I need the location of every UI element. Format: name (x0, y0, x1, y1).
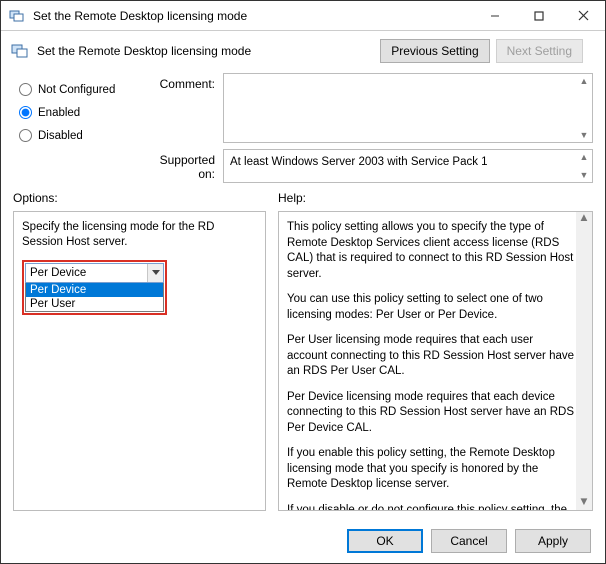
radio-disabled-label: Disabled (38, 130, 83, 142)
help-scrollbar[interactable]: ▲ ▼ (576, 212, 592, 510)
supported-text: At least Windows Server 2003 with Servic… (230, 156, 488, 168)
app-icon (9, 8, 25, 24)
previous-setting-button[interactable]: Previous Setting (380, 39, 489, 63)
config-row: Not Configured Enabled Disabled Comment:… (1, 71, 605, 185)
minimize-button[interactable] (473, 1, 517, 31)
help-pane: Help: This policy setting allows you to … (278, 185, 593, 511)
footer: OK Cancel Apply (1, 519, 605, 563)
supported-field: At least Windows Server 2003 with Servic… (223, 149, 593, 183)
ok-button[interactable]: OK (347, 529, 423, 553)
scroll-down-icon[interactable]: ▼ (576, 128, 592, 142)
panes: Options: Specify the licensing mode for … (1, 185, 605, 519)
supported-label: Supported on: (143, 149, 223, 183)
window-title: Set the Remote Desktop licensing mode (33, 9, 473, 23)
radio-enabled[interactable]: Enabled (19, 106, 143, 119)
policy-dialog: Set the Remote Desktop licensing mode Se… (0, 0, 606, 564)
combo-value: Per Device (26, 267, 147, 279)
licensing-mode-combo[interactable]: Per Device (25, 263, 164, 283)
help-p1: You can use this policy setting to selec… (287, 292, 574, 323)
licensing-mode-dropdown: Per Device Per User (25, 283, 164, 312)
scroll-down-icon[interactable]: ▼ (576, 496, 592, 510)
radio-disabled-input[interactable] (19, 129, 32, 142)
sub-title: Set the Remote Desktop licensing mode (37, 44, 380, 58)
nav-buttons: Previous Setting Next Setting (380, 39, 583, 63)
options-box: Specify the licensing mode for the RD Se… (13, 211, 266, 511)
scroll-down-icon[interactable]: ▼ (576, 168, 592, 182)
radio-enabled-input[interactable] (19, 106, 32, 119)
apply-button[interactable]: Apply (515, 529, 591, 553)
radio-not-configured[interactable]: Not Configured (19, 83, 143, 96)
close-button[interactable] (561, 1, 605, 31)
dropdown-option-per-device[interactable]: Per Device (26, 283, 163, 297)
comment-label: Comment: (143, 73, 223, 143)
options-pane: Options: Specify the licensing mode for … (13, 185, 266, 511)
policy-icon (11, 43, 29, 59)
sub-header: Set the Remote Desktop licensing mode Pr… (1, 31, 605, 71)
scroll-up-icon[interactable]: ▲ (576, 74, 592, 88)
options-label: Options: (13, 185, 266, 211)
scroll-up-icon[interactable]: ▲ (576, 212, 592, 226)
help-p5: If you disable or do not configure this … (287, 503, 574, 511)
help-p3: Per Device licensing mode requires that … (287, 390, 574, 437)
title-bar: Set the Remote Desktop licensing mode (1, 1, 605, 31)
maximize-button[interactable] (517, 1, 561, 31)
chevron-down-icon[interactable] (147, 264, 163, 282)
help-p4: If you enable this policy setting, the R… (287, 446, 574, 493)
radio-disabled[interactable]: Disabled (19, 129, 143, 142)
radio-not-configured-input[interactable] (19, 83, 32, 96)
radio-not-configured-label: Not Configured (38, 84, 115, 96)
scroll-up-icon[interactable]: ▲ (576, 150, 592, 164)
help-label: Help: (278, 185, 593, 211)
dropdown-option-per-user[interactable]: Per User (26, 297, 163, 311)
cancel-button[interactable]: Cancel (431, 529, 507, 553)
state-radios: Not Configured Enabled Disabled (13, 73, 143, 156)
highlight-box: Per Device Per Device Per User (22, 260, 167, 315)
help-p2: Per User licensing mode requires that ea… (287, 333, 574, 380)
help-p0: This policy setting allows you to specif… (287, 220, 574, 282)
next-setting-button: Next Setting (496, 39, 583, 63)
comment-field[interactable]: ▲ ▼ (223, 73, 593, 143)
options-instruction: Specify the licensing mode for the RD Se… (22, 220, 257, 250)
help-box: This policy setting allows you to specif… (278, 211, 593, 511)
radio-enabled-label: Enabled (38, 107, 80, 119)
